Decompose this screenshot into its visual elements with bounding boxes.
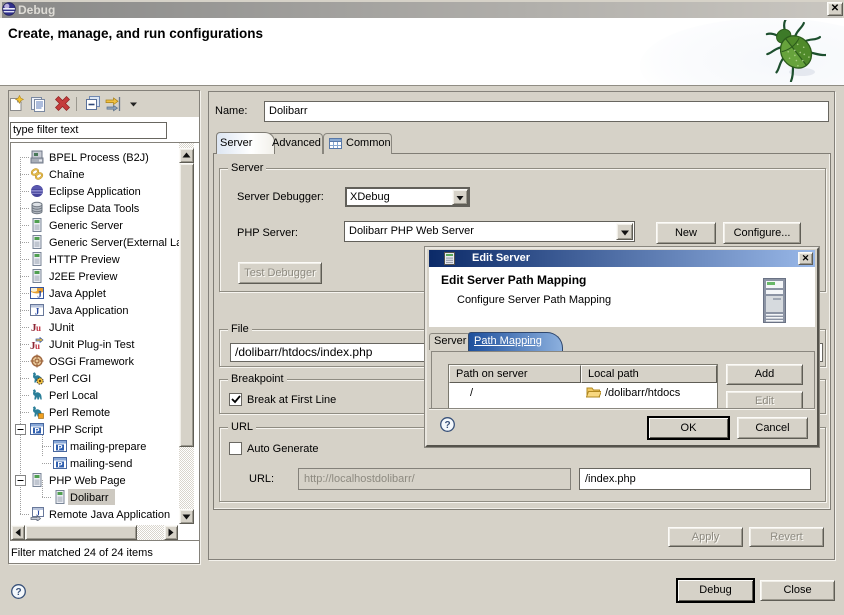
svg-text:P: P [57,460,62,469]
svg-text:P: P [57,443,62,452]
svg-text:?: ? [15,587,21,598]
svg-text:?: ? [444,420,450,431]
svg-text:u: u [35,341,40,351]
svg-text:P: P [34,426,39,435]
svg-text:u: u [36,323,41,333]
svg-text:J: J [37,290,42,300]
svg-text:J: J [35,307,40,317]
